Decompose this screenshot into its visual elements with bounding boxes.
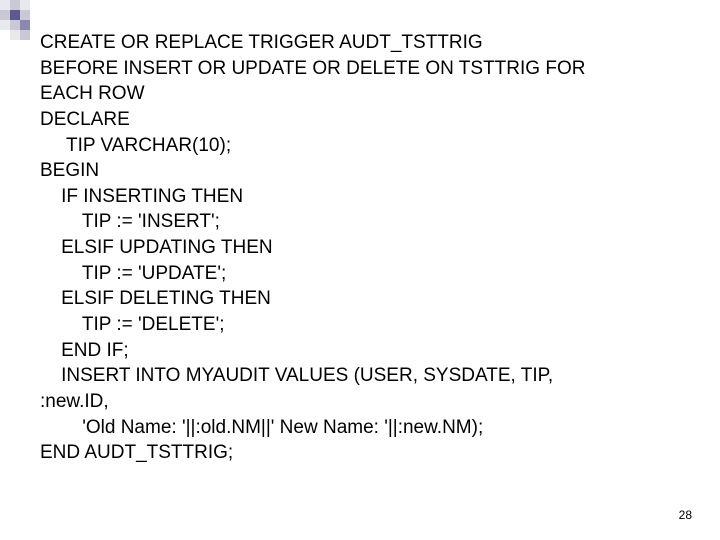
code-line: END AUDT_TSTTRIG; <box>40 442 233 463</box>
code-line: END IF; <box>40 340 129 361</box>
code-line: TIP VARCHAR(10); <box>40 135 231 156</box>
corner-decoration <box>0 0 30 40</box>
code-line: DECLARE <box>40 109 130 130</box>
code-line: ELSIF DELETING THEN <box>40 288 271 309</box>
code-line: TIP := 'INSERT'; <box>40 211 220 232</box>
code-line: IF INSERTING THEN <box>40 186 243 207</box>
code-line: BEGIN <box>40 160 99 181</box>
slide-number: 28 <box>679 508 692 522</box>
code-line: :new.ID, <box>40 391 109 412</box>
code-block: CREATE OR REPLACE TRIGGER AUDT_TSTTRIG B… <box>40 30 690 466</box>
code-line: TIP := 'DELETE'; <box>40 314 224 335</box>
code-line: CREATE OR REPLACE TRIGGER AUDT_TSTTRIG <box>40 32 483 53</box>
code-line: TIP := 'UPDATE'; <box>40 263 226 284</box>
code-line: ELSIF UPDATING THEN <box>40 237 273 258</box>
code-line: BEFORE INSERT OR UPDATE OR DELETE ON TST… <box>40 58 585 79</box>
code-line: INSERT INTO MYAUDIT VALUES (USER, SYSDAT… <box>40 365 553 386</box>
code-line: 'Old Name: '||:old.NM||' New Name: '||:n… <box>40 417 483 438</box>
code-line: EACH ROW <box>40 83 145 104</box>
